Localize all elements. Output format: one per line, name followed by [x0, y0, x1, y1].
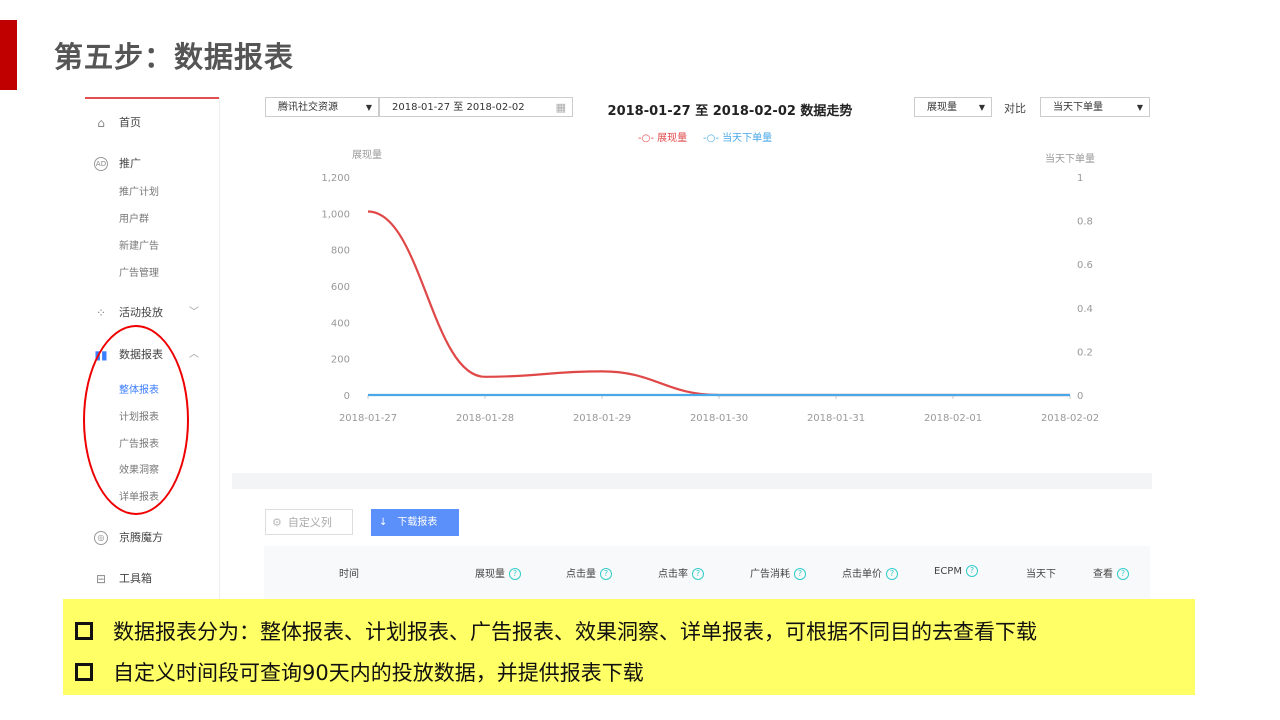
chevron-down-icon: ﹀	[189, 307, 199, 318]
note-line-1: 数据报表分为：整体报表、计划报表、广告报表、效果洞察、详单报表，可根据不同目的去…	[75, 616, 1037, 646]
download-report-button[interactable]: ↓ 下载报表	[371, 509, 459, 536]
home-icon: ⌂	[97, 116, 105, 130]
slide-title: 第五步：数据报表	[54, 40, 295, 74]
compare-label: 对比	[1004, 102, 1026, 115]
help-icon[interactable]: ?	[1117, 568, 1129, 580]
caret-down-icon: ▼	[1136, 103, 1143, 112]
th-view: 查看?	[1093, 565, 1129, 580]
help-icon[interactable]: ?	[965, 565, 978, 577]
toolbox-icon: ⊟	[95, 572, 107, 586]
caret-down-icon: ▼	[978, 103, 985, 112]
panel-separator	[232, 473, 1152, 489]
legend-item-impressions[interactable]: -○- 展现量	[638, 129, 687, 144]
th-ctr: 点击率?	[658, 565, 704, 580]
chevron-up-icon: ︿	[189, 349, 199, 360]
chart-panel	[232, 97, 1152, 473]
grid-icon: ⁘	[95, 306, 107, 320]
metric-select[interactable]: 展现量 ▼	[914, 97, 992, 117]
chart-title: 2018-01-27 至 2018-02-02 数据走势	[607, 104, 853, 119]
th-orders: 当天下	[1026, 569, 1056, 580]
sidebar-sub-audience[interactable]: 用户群	[119, 210, 149, 225]
download-icon: ↓	[379, 517, 388, 528]
square-bullet-icon	[75, 622, 93, 640]
th-cost: 广告消耗?	[750, 565, 806, 580]
th-ecpm: ECPM?	[934, 565, 978, 577]
compare-select[interactable]: 当天下单量 ▼	[1040, 97, 1150, 117]
sidebar-sub-promo-plan[interactable]: 推广计划	[119, 183, 159, 198]
th-clicks: 点击量?	[566, 565, 612, 580]
th-time: 时间	[339, 569, 359, 580]
custom-columns-button[interactable]: ⚙ 自定义列	[265, 509, 353, 535]
square-bullet-icon	[75, 663, 93, 681]
sidebar-sub-ad-manage[interactable]: 广告管理	[119, 264, 159, 279]
th-impressions: 展现量?	[475, 565, 521, 580]
date-range-picker[interactable]: 2018-01-27 至 2018-02-02 ▦	[379, 97, 573, 117]
help-icon[interactable]: ?	[509, 568, 521, 580]
sidebar-top-border	[85, 97, 219, 99]
ad-icon: AD	[94, 157, 108, 171]
legend-item-orders[interactable]: -○- 当天下单量	[703, 129, 772, 144]
help-icon[interactable]: ?	[794, 568, 806, 580]
source-select[interactable]: 腾讯社交资源 ▼	[265, 97, 379, 117]
sidebar-sub-new-ad[interactable]: 新建广告	[119, 237, 159, 252]
help-icon[interactable]: ?	[600, 568, 612, 580]
gear-icon: ⚙	[272, 516, 282, 529]
help-icon[interactable]: ?	[886, 568, 898, 580]
highlight-circle	[83, 325, 189, 515]
th-cpc: 点击单价?	[842, 565, 898, 580]
legend-line-marker: -○-	[638, 133, 654, 144]
help-icon[interactable]: ?	[692, 568, 704, 580]
table-header-row	[264, 546, 1150, 600]
caret-down-icon: ▼	[365, 103, 372, 112]
title-accent-bar	[0, 20, 17, 90]
legend-line-marker: -○-	[703, 133, 719, 144]
note-line-2: 自定义时间段可查询90天内的投放数据，并提供报表下载	[75, 657, 644, 687]
cube-icon: ◎	[94, 531, 108, 545]
